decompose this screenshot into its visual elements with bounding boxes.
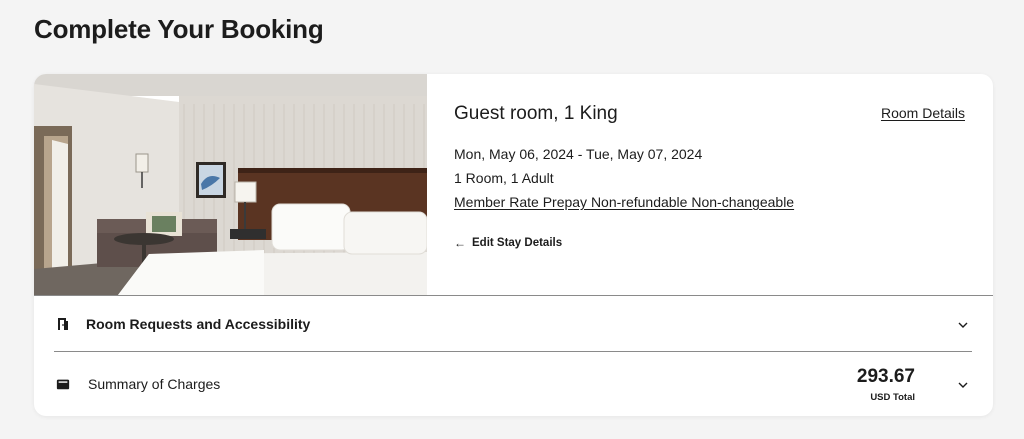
door-icon [58, 318, 68, 330]
chevron-down-icon [958, 382, 968, 388]
summary-of-charges-label: Summary of Charges [88, 376, 221, 392]
wallet-icon [56, 379, 70, 390]
chevron-down-icon [958, 322, 968, 328]
stay-dates: Mon, May 06, 2024 - Tue, May 07, 2024 [454, 146, 703, 162]
edit-stay-label: Edit Stay Details [472, 237, 563, 249]
edit-stay-details-button[interactable]: ← Edit Stay Details [454, 236, 562, 250]
room-requests-label: Room Requests and Accessibility [86, 316, 311, 332]
room-info: Guest room, 1 King Room Details Mon, May… [427, 74, 993, 295]
room-details-link[interactable]: Room Details [881, 105, 965, 121]
rate-link[interactable]: Member Rate Prepay Non-refundable Non-ch… [454, 194, 794, 210]
room-name: Guest room, 1 King [454, 103, 618, 124]
arrow-left-icon: ← [454, 236, 466, 250]
booking-card: Guest room, 1 King Room Details Mon, May… [34, 74, 993, 416]
summary-of-charges-accordion[interactable]: Summary of Charges 293.67 USD Total [34, 352, 993, 416]
room-occupancy: 1 Room, 1 Adult [454, 170, 554, 186]
room-photo [34, 74, 427, 295]
total-amount: 293.67 [856, 366, 915, 387]
room-requests-accordion[interactable]: Room Requests and Accessibility [34, 296, 993, 352]
page-title: Complete Your Booking [34, 14, 324, 44]
total-currency-caption: USD Total [870, 392, 915, 403]
